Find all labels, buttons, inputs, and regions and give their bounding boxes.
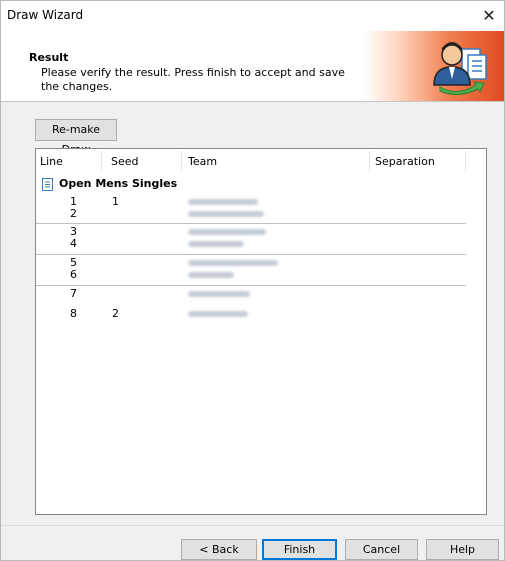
grid-header: Line Seed Team Separation xyxy=(36,149,486,172)
table-row[interactable]: 5 xyxy=(36,257,486,269)
column-header-line[interactable]: Line xyxy=(40,154,63,170)
team-cell-blurred xyxy=(188,260,278,266)
document-icon xyxy=(42,178,53,191)
table-row[interactable]: 6 xyxy=(36,269,486,281)
pair-divider xyxy=(36,254,466,255)
column-divider[interactable] xyxy=(369,151,370,171)
group-label: Open Mens Singles xyxy=(59,177,178,190)
window-title: Draw Wizard xyxy=(7,8,84,22)
team-cell-blurred xyxy=(188,229,266,235)
column-header-team[interactable]: Team xyxy=(188,154,217,170)
user-documents-icon xyxy=(433,42,487,95)
table-row[interactable]: 7 xyxy=(36,288,486,300)
pair-divider xyxy=(36,223,466,224)
cancel-button[interactable]: Cancel xyxy=(345,539,418,560)
table-row[interactable]: 1 1 xyxy=(36,196,486,208)
group-row[interactable]: Open Mens Singles xyxy=(36,176,486,193)
line-cell: 6 xyxy=(70,268,77,281)
column-header-separation[interactable]: Separation xyxy=(375,154,435,170)
footer-divider xyxy=(1,525,504,526)
table-row[interactable]: 2 xyxy=(36,208,486,220)
remake-draw-button[interactable]: Re-make Draw xyxy=(35,119,117,156)
table-row[interactable]: 4 xyxy=(36,238,486,250)
back-button[interactable]: < Back xyxy=(181,539,257,560)
title-bar: Draw Wizard ✕ xyxy=(1,1,504,31)
step-title: Result xyxy=(29,51,69,64)
team-cell-blurred xyxy=(188,241,244,247)
wizard-header: Result Please verify the result. Press f… xyxy=(1,31,504,102)
column-divider[interactable] xyxy=(465,151,466,171)
draw-result-grid: Line Seed Team Separation Open Mens Sing… xyxy=(35,148,487,515)
close-button[interactable]: ✕ xyxy=(474,1,504,31)
line-cell: 4 xyxy=(70,237,77,250)
line-cell: 8 xyxy=(70,307,77,320)
pair-divider xyxy=(36,285,466,286)
team-cell-blurred xyxy=(188,272,234,278)
draw-wizard-window: Draw Wizard ✕ Result Please verify the r… xyxy=(0,0,505,561)
team-cell-blurred xyxy=(188,291,250,297)
line-cell: 7 xyxy=(70,287,77,300)
line-cell: 2 xyxy=(70,207,77,220)
table-row[interactable]: 3 xyxy=(36,226,486,238)
seed-cell: 1 xyxy=(112,195,119,208)
column-header-seed[interactable]: Seed xyxy=(111,154,139,170)
column-divider[interactable] xyxy=(101,151,102,171)
help-button[interactable]: Help xyxy=(426,539,499,560)
column-divider[interactable] xyxy=(181,151,182,171)
team-cell-blurred xyxy=(188,211,264,217)
step-description: Please verify the result. Press finish t… xyxy=(41,66,345,93)
team-cell-blurred xyxy=(188,199,258,205)
finish-button[interactable]: Finish xyxy=(262,539,337,560)
table-row[interactable]: 8 2 xyxy=(36,308,486,320)
seed-cell: 2 xyxy=(112,307,119,320)
team-cell-blurred xyxy=(188,311,248,317)
